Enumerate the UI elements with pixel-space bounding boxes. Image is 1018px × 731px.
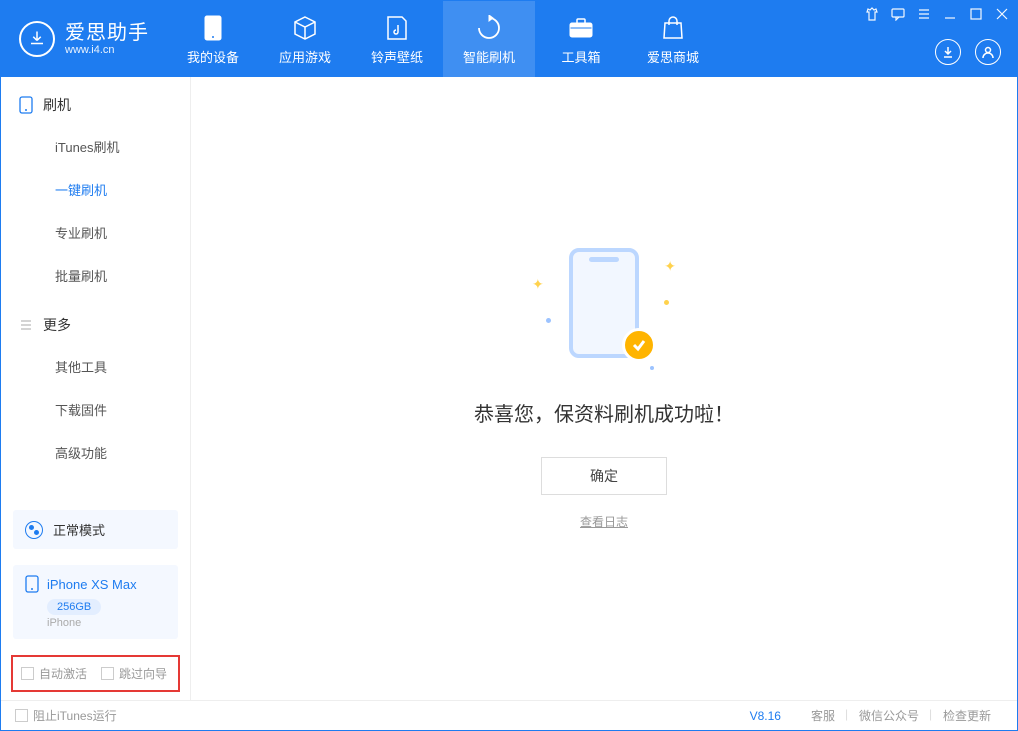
user-icon[interactable]	[975, 39, 1001, 65]
logo-area: 爱思助手 www.i4.cn	[1, 1, 167, 77]
nav-label: 智能刷机	[463, 47, 515, 66]
nav-label: 工具箱	[561, 47, 600, 66]
view-log-link[interactable]: 查看日志	[580, 513, 628, 530]
checkbox-auto-activate[interactable]: 自动激活	[21, 665, 87, 682]
list-icon	[19, 318, 33, 332]
nav-ringtones[interactable]: 铃声壁纸	[351, 1, 443, 77]
phone-icon	[204, 13, 222, 43]
nav-toolbox[interactable]: 工具箱	[535, 1, 627, 77]
bag-icon	[662, 13, 684, 43]
dot-icon	[664, 300, 669, 305]
group-label: 刷机	[43, 95, 71, 115]
menu-icon[interactable]	[917, 7, 931, 21]
main-nav: 我的设备 应用游戏 铃声壁纸 智能刷机 工具箱 爱思商城	[167, 1, 719, 77]
checkbox-label: 自动激活	[39, 665, 87, 682]
nav-label: 我的设备	[187, 47, 239, 66]
music-file-icon	[386, 13, 408, 43]
group-label: 更多	[43, 315, 71, 335]
toolbox-icon	[568, 13, 594, 43]
footer: 阻止iTunes运行 V8.16 客服 微信公众号 检查更新	[1, 700, 1017, 730]
skin-icon[interactable]	[865, 7, 879, 21]
success-illustration: ✦ ✦	[524, 248, 684, 368]
bottom-options-highlighted: 自动激活 跳过向导	[11, 655, 180, 692]
checkbox-label: 阻止iTunes运行	[33, 707, 117, 724]
sidebar-item-other-tools[interactable]: 其他工具	[1, 345, 190, 388]
mode-icon	[25, 521, 43, 539]
app-header: 爱思助手 www.i4.cn 我的设备 应用游戏 铃声壁纸 智能刷机 工具箱 爱…	[1, 1, 1017, 77]
refresh-icon	[476, 13, 502, 43]
device-type: iPhone	[47, 617, 166, 629]
device-icon	[19, 96, 33, 114]
mode-card[interactable]: 正常模式	[13, 510, 178, 549]
check-badge-icon	[622, 328, 656, 362]
body: 刷机 iTunes刷机 一键刷机 专业刷机 批量刷机 更多 其他工具 下载固件 …	[1, 77, 1017, 700]
phone-icon	[25, 575, 39, 593]
sparkle-icon: ✦	[532, 276, 544, 293]
main-content: ✦ ✦ 恭喜您，保资料刷机成功啦！ 确定 查看日志	[191, 77, 1017, 700]
minimize-icon[interactable]	[943, 7, 957, 21]
nav-my-device[interactable]: 我的设备	[167, 1, 259, 77]
footer-link-update[interactable]: 检查更新	[931, 707, 1003, 724]
sidebar-item-batch-flash[interactable]: 批量刷机	[1, 254, 190, 297]
nav-label: 应用游戏	[279, 47, 331, 66]
cube-icon	[292, 13, 318, 43]
logo-icon	[19, 21, 55, 57]
device-storage: 256GB	[47, 599, 101, 615]
checkbox-icon	[15, 709, 28, 722]
device-card[interactable]: iPhone XS Max 256GB iPhone	[13, 565, 178, 639]
nav-smart-flash[interactable]: 智能刷机	[443, 1, 535, 77]
sidebar-item-pro-flash[interactable]: 专业刷机	[1, 211, 190, 254]
logo-text: 爱思助手 www.i4.cn	[65, 22, 149, 56]
close-icon[interactable]	[995, 7, 1009, 21]
footer-link-wechat[interactable]: 微信公众号	[847, 707, 931, 724]
footer-link-support[interactable]: 客服	[799, 707, 847, 724]
checkbox-skip-guide[interactable]: 跳过向导	[101, 665, 167, 682]
ok-button[interactable]: 确定	[541, 457, 667, 495]
checkbox-label: 跳过向导	[119, 665, 167, 682]
nav-apps-games[interactable]: 应用游戏	[259, 1, 351, 77]
dot-icon	[650, 366, 654, 370]
nav-store[interactable]: 爱思商城	[627, 1, 719, 77]
nav-label: 铃声壁纸	[371, 47, 423, 66]
sidebar-item-oneclick-flash[interactable]: 一键刷机	[1, 168, 190, 211]
sidebar-group-more: 更多	[1, 297, 190, 345]
window-controls	[865, 7, 1009, 21]
sidebar: 刷机 iTunes刷机 一键刷机 专业刷机 批量刷机 更多 其他工具 下载固件 …	[1, 77, 191, 700]
feedback-icon[interactable]	[891, 7, 905, 21]
sidebar-item-itunes-flash[interactable]: iTunes刷机	[1, 125, 190, 168]
device-name-row: iPhone XS Max	[25, 575, 166, 593]
sparkle-icon: ✦	[664, 258, 676, 275]
sidebar-item-download-firmware[interactable]: 下载固件	[1, 388, 190, 431]
sidebar-item-advanced[interactable]: 高级功能	[1, 431, 190, 474]
maximize-icon[interactable]	[969, 7, 983, 21]
header-actions	[935, 39, 1001, 65]
download-icon[interactable]	[935, 39, 961, 65]
checkbox-block-itunes[interactable]: 阻止iTunes运行	[15, 707, 117, 724]
app-subtitle: www.i4.cn	[65, 44, 149, 56]
checkbox-icon	[101, 667, 114, 680]
sidebar-group-flash: 刷机	[1, 77, 190, 125]
app-title: 爱思助手	[65, 22, 149, 44]
mode-label: 正常模式	[53, 520, 105, 539]
version-label: V8.16	[750, 709, 781, 723]
dot-icon	[546, 318, 551, 323]
checkbox-icon	[21, 667, 34, 680]
success-message: 恭喜您，保资料刷机成功啦！	[474, 398, 734, 427]
nav-label: 爱思商城	[647, 47, 699, 66]
device-name: iPhone XS Max	[47, 577, 137, 592]
